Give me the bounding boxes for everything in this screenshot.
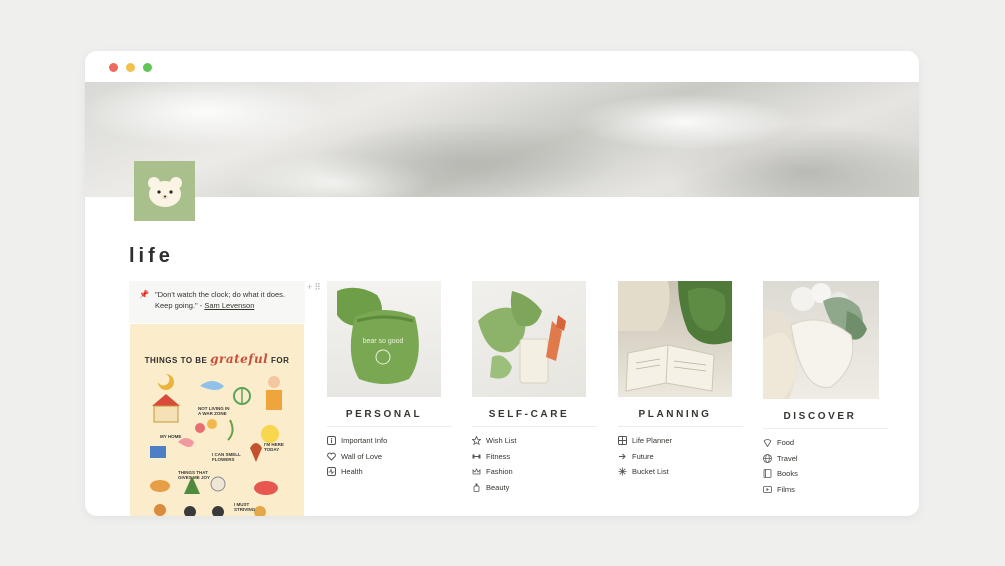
pulse-icon [327,467,336,477]
card-divider [472,426,597,427]
book-icon [763,469,772,479]
bear-face-icon[interactable] [134,161,195,221]
gallery-card-title: PERSONAL [345,409,423,420]
gallery-card-self-care[interactable]: SELF-CARE Wish List Fitness Fashion Beau… [472,281,597,495]
quote-text: "Don't watch the clock; do what it does.… [154,290,285,310]
poster-label-striving: I MUST STRIVING [234,502,256,512]
link-list: Food Travel Books Films [763,435,888,497]
card-divider [327,426,452,427]
self-care-cover-image[interactable] [472,281,586,397]
star-icon [472,436,481,446]
food-icon [763,438,772,448]
link-books[interactable]: Books [763,466,888,482]
link-beauty[interactable]: Beauty [472,480,597,496]
poster-label-here: I'M HERE TODAY [264,442,284,452]
link-films[interactable]: Films [763,482,888,498]
arrow-icon [618,452,627,461]
dumbbell-icon [472,452,481,461]
link-wall-of-love[interactable]: Wall of Love [327,449,452,465]
link-travel[interactable]: Travel [763,451,888,467]
info-icon [327,436,336,446]
gallery-card-title: SELF-CARE [488,409,570,420]
gratitude-poster-image[interactable]: THINGS TO BE grateful FOR MY HOME NOT LI… [130,324,304,516]
gallery-card-title: DISCOVER [783,411,857,422]
link-list: Wish List Fitness Fashion Beauty [472,433,597,495]
link-important-info[interactable]: Important Info [327,433,452,449]
link-fitness[interactable]: Fitness [472,449,597,465]
crown-icon [472,467,481,476]
close-window-button[interactable] [109,63,118,72]
planning-cover-image[interactable] [618,281,732,397]
link-health[interactable]: Health [327,464,452,480]
planner-icon [618,436,627,446]
personal-cover-image[interactable]: bear so good [327,281,441,397]
minimize-window-button[interactable] [126,63,135,72]
card-divider [763,428,888,429]
poster-label-war: NOT LIVING IN A WAR ZONE [198,406,230,416]
link-life-planner[interactable]: Life Planner [618,433,743,449]
link-future[interactable]: Future [618,449,743,465]
lotion-icon [472,483,481,492]
gallery-card-title: PLANNING [638,409,712,420]
poster-label-home: MY HOME [160,434,182,439]
notion-window: life 📌 "Don't watch the clock; do what i… [85,51,919,516]
quote-author: Sam Levenson [204,301,255,310]
link-bucket-list[interactable]: Bucket List [618,464,743,480]
svg-text:bear so good: bear so good [363,338,404,345]
poster-label-flowers: I CAN SMELL FLOWERS [212,452,241,462]
window-titlebar [85,51,919,82]
gallery-card-personal[interactable]: bear so good PERSONAL Important Info Wal… [327,281,452,480]
page-cover-image[interactable] [85,82,919,197]
page-title[interactable]: life [129,245,174,268]
link-food[interactable]: Food [763,435,888,451]
link-list: Important Info Wall of Love Health [327,433,452,480]
card-divider [618,426,743,427]
pushpin-icon: 📌 [139,290,149,299]
gallery-card-planning[interactable]: PLANNING Life Planner Future Bucket List [618,281,743,480]
heart-icon [327,452,336,461]
quote-callout[interactable]: 📌 "Don't watch the clock; do what it doe… [129,281,305,323]
poster-illustrations [150,374,282,516]
poster-label-joy: THINGS THAT GIVES ME JOY [178,470,211,480]
link-list: Life Planner Future Bucket List [618,433,743,480]
link-fashion[interactable]: Fashion [472,464,597,480]
link-wish-list[interactable]: Wish List [472,433,597,449]
zoom-window-button[interactable] [143,63,152,72]
gallery-card-discover[interactable]: DISCOVER Food Travel Books Films [763,281,888,497]
globe-icon [763,453,772,463]
discover-cover-image[interactable] [763,281,879,399]
sparkle-icon [618,467,627,476]
film-icon [763,485,772,494]
block-drag-handle[interactable]: +⠿ [307,282,323,293]
